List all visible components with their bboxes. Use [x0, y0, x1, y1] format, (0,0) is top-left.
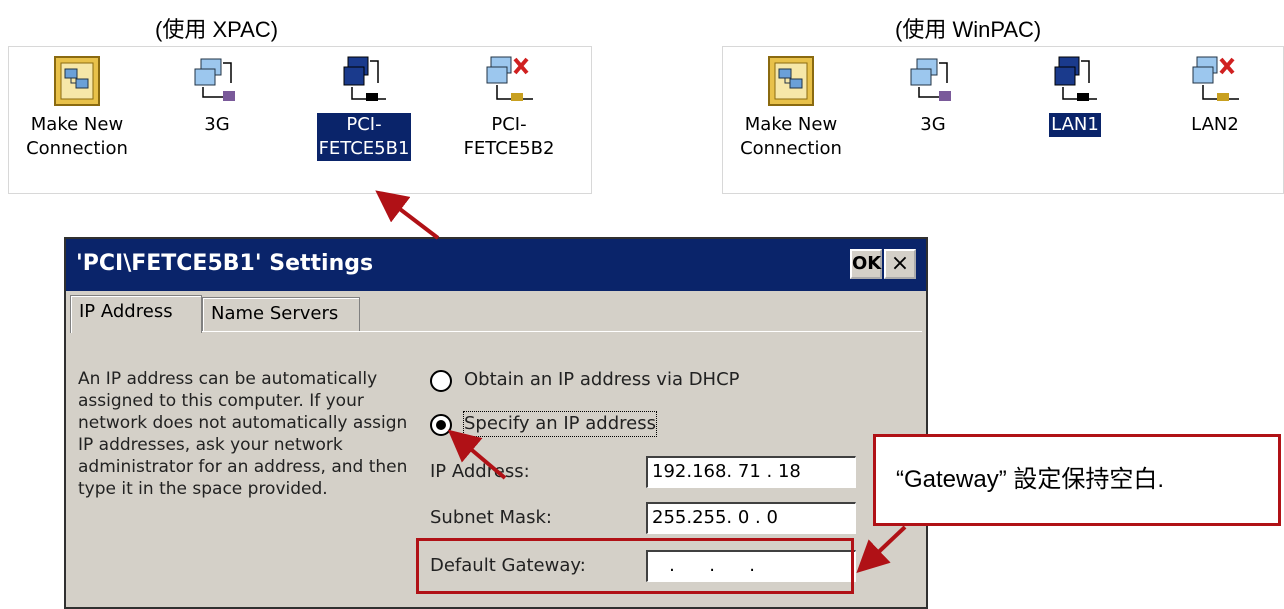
arrow-to-gateway [856, 525, 907, 573]
arrow-to-specify-ip [447, 429, 507, 480]
arrow-to-selected-adapter [375, 190, 440, 240]
tab-ip-address[interactable]: IP Address [70, 295, 202, 333]
